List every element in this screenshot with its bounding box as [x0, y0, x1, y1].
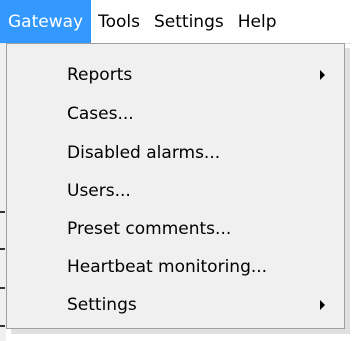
- menu-item-heartbeat-monitoring[interactable]: Heartbeat monitoring...: [7, 248, 344, 286]
- menu-item-settings[interactable]: Settings: [7, 286, 344, 324]
- background-tick: [0, 211, 5, 213]
- menu-item-label: Disabled alarms...: [67, 143, 221, 163]
- menu-tools[interactable]: Tools: [91, 0, 147, 43]
- chevron-right-icon: [320, 70, 325, 80]
- menu-item-label: Preset comments...: [67, 219, 232, 239]
- background-tick: [0, 248, 5, 250]
- menu-settings[interactable]: Settings: [147, 0, 231, 43]
- menu-item-label: Heartbeat monitoring...: [67, 257, 268, 277]
- menu-item-label: Users...: [67, 181, 131, 201]
- chevron-right-icon: [320, 300, 325, 310]
- menu-item-preset-comments[interactable]: Preset comments...: [7, 210, 344, 248]
- menubar: Gateway Tools Settings Help: [0, 0, 352, 44]
- menu-gateway[interactable]: Gateway: [0, 0, 92, 43]
- menu-item-disabled-alarms[interactable]: Disabled alarms...: [7, 134, 344, 172]
- background-tick: [0, 287, 5, 289]
- menu-item-users[interactable]: Users...: [7, 172, 344, 210]
- gateway-dropdown-menu: Reports Cases... Disabled alarms... User…: [6, 43, 345, 329]
- menu-item-reports[interactable]: Reports: [7, 56, 344, 94]
- menu-item-label: Reports: [67, 65, 133, 85]
- menu-item-label: Cases...: [67, 104, 134, 124]
- menu-item-cases[interactable]: Cases...: [7, 95, 344, 133]
- background-tick: [0, 325, 5, 327]
- menu-help[interactable]: Help: [231, 0, 284, 43]
- menu-item-label: Settings: [67, 295, 137, 315]
